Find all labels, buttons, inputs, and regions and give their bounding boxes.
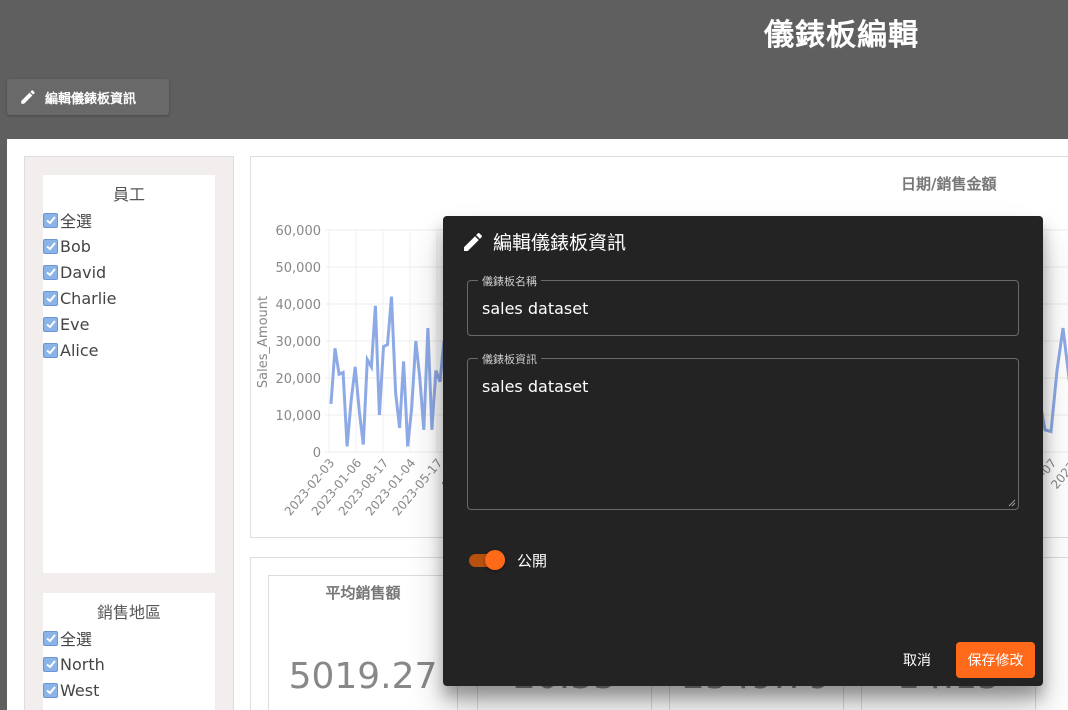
dialog-header: 編輯儀錶板資訊 [461, 228, 626, 255]
employee-filter-item[interactable]: Alice [43, 337, 215, 363]
toggle-thumb [485, 550, 505, 570]
kpi-title: 平均銷售額 [325, 584, 401, 602]
region-filter-panel: 銷售地區 全選 North West [43, 593, 215, 710]
edit-dashboard-dialog: 編輯儀錶板資訊 儀錶板名稱 sales dataset 儀錶板資訊 sales … [443, 216, 1043, 686]
employee-filter-panel: 員工 全選 Bob David Charlie Eve Alice [43, 175, 215, 573]
y-tick-label: 40,000 [276, 298, 322, 313]
y-tick-label: 20,000 [276, 372, 322, 387]
top-bar: 儀錶板編輯 編輯儀錶板資訊 [0, 0, 1068, 140]
employee-filter-item[interactable]: Charlie [43, 285, 215, 311]
y-tick-label: 30,000 [276, 335, 322, 350]
checkbox[interactable] [43, 342, 58, 358]
employee-filter-item[interactable]: Bob [43, 233, 215, 259]
checkbox[interactable] [43, 264, 58, 280]
employee-filter-item[interactable]: Eve [43, 311, 215, 337]
y-tick-label: 50,000 [276, 261, 322, 276]
edit-dashboard-info-label: 編輯儀錶板資訊 [45, 91, 137, 107]
page-title: 儀錶板編輯 [764, 18, 919, 53]
filter-item-label: 全選 [60, 630, 93, 649]
filter-item-label: Bob [60, 236, 91, 256]
kpi-card-average-sales: 平均銷售額 5019.27 [268, 575, 458, 710]
checkbox[interactable] [43, 682, 58, 698]
public-toggle-label: 公開 [517, 552, 548, 570]
dashboard-info-value[interactable]: sales dataset [482, 377, 588, 396]
series-line [1037, 327, 1068, 434]
checkbox[interactable] [43, 630, 58, 646]
checkbox[interactable] [43, 656, 58, 672]
employee-filter-item[interactable]: 全選 [43, 207, 215, 233]
resize-grip-icon[interactable] [1008, 499, 1016, 507]
filter-item-label: David [60, 262, 107, 282]
edit-dashboard-info-button[interactable]: 編輯儀錶板資訊 [7, 79, 169, 115]
dialog-title: 編輯儀錶板資訊 [493, 232, 627, 254]
public-toggle[interactable] [469, 549, 507, 571]
employee-filter-title: 員工 [112, 185, 145, 204]
filter-item-label: West [60, 680, 100, 700]
filter-item-label: North [60, 654, 105, 674]
checkbox[interactable] [43, 290, 58, 306]
filter-item-label: Charlie [60, 288, 117, 308]
save-changes-button[interactable]: 保存修改 [956, 642, 1035, 678]
checkbox[interactable] [43, 238, 58, 254]
filter-item-label: 全選 [60, 212, 93, 231]
dashboard-name-value[interactable]: sales dataset [482, 299, 588, 318]
series-line [329, 296, 446, 447]
checkmark-icon [45, 346, 56, 355]
dashboard-name-field[interactable]: 儀錶板名稱 sales dataset [467, 273, 1019, 336]
dashboard-info-label: 儀錶板資訊 [478, 351, 541, 367]
checkbox[interactable] [43, 212, 58, 228]
y-axis-label: Sales_Amount [256, 296, 271, 388]
checkmark-icon [45, 242, 56, 251]
dashboard-info-field[interactable]: 儀錶板資訊 sales dataset [467, 351, 1019, 510]
checkmark-icon [45, 686, 56, 695]
checkmark-icon [45, 294, 56, 303]
region-filter-item[interactable]: North [43, 651, 215, 677]
region-filter-item[interactable]: West [43, 677, 215, 703]
filter-item-label: Eve [60, 314, 90, 334]
checkmark-icon [45, 320, 56, 329]
pencil-icon [464, 232, 483, 251]
checkmark-icon [45, 634, 56, 643]
region-filter-title: 銷售地區 [96, 603, 161, 622]
y-tick-label: 0 [313, 446, 321, 461]
checkmark-icon [45, 216, 56, 225]
checkmark-icon [45, 268, 56, 277]
filter-item-label: Alice [60, 340, 99, 360]
dashboard-name-label: 儀錶板名稱 [478, 273, 541, 289]
employee-filter-item[interactable]: David [43, 259, 215, 285]
y-tick-label: 10,000 [276, 409, 322, 424]
filter-column: 員工 全選 Bob David Charlie Eve Alice 銷售地區 全選 Nort… [24, 156, 234, 710]
checkbox[interactable] [43, 316, 58, 332]
checkmark-icon [45, 660, 56, 669]
y-tick-label: 60,000 [276, 224, 322, 239]
cancel-button[interactable]: 取消 [889, 644, 945, 676]
region-filter-item[interactable]: 全選 [43, 625, 215, 651]
kpi-value: 5019.27 [288, 656, 438, 697]
pencil-icon [21, 90, 35, 104]
